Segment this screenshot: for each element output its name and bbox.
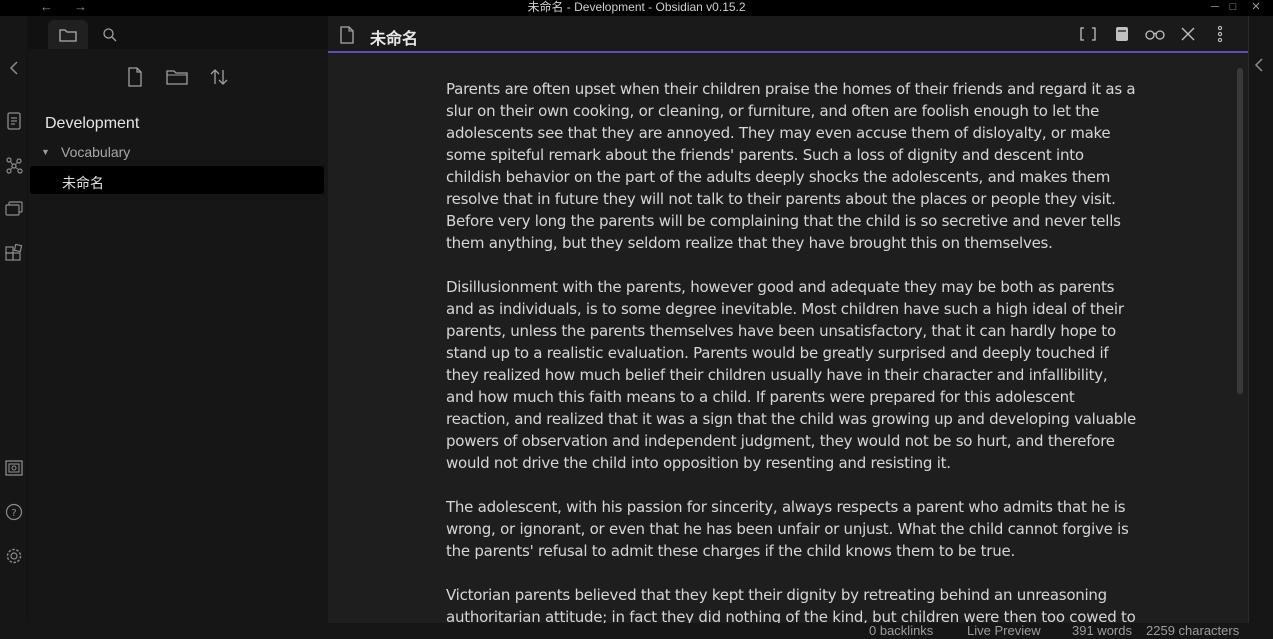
- document-icon[interactable]: [338, 25, 356, 45]
- vault-name[interactable]: Development: [45, 115, 139, 133]
- more-options-icon[interactable]: [1210, 24, 1230, 44]
- bookmark-icon[interactable]: [1112, 24, 1132, 44]
- paragraph[interactable]: The adolescent, with his passion for sin…: [446, 496, 1136, 562]
- new-folder-icon: [166, 70, 188, 85]
- paragraph[interactable]: Parents are often upset when their child…: [446, 78, 1136, 254]
- file-actions: [28, 64, 328, 94]
- editor-mode[interactable]: Live Preview: [967, 624, 1041, 638]
- vault-icon[interactable]: [4, 458, 24, 478]
- search-icon: [103, 27, 117, 41]
- slides-icon[interactable]: [4, 199, 24, 219]
- sidebar-tabs: [28, 16, 328, 49]
- tab-file-explorer[interactable]: [48, 20, 88, 49]
- new-folder-button[interactable]: [166, 64, 188, 90]
- word-count: 391 words: [1072, 623, 1132, 638]
- sort-icon: [210, 69, 228, 85]
- close-tab-icon[interactable]: [1178, 24, 1198, 44]
- expand-icon[interactable]: [1078, 24, 1098, 44]
- note-content[interactable]: Parents are often upset when their child…: [446, 78, 1136, 623]
- file-label: 未命名: [62, 175, 104, 191]
- help-icon[interactable]: ?: [4, 502, 24, 522]
- editor-scrollbar[interactable]: [1237, 68, 1243, 394]
- status-bar: 0 backlinks Live Preview 391 words 2259 …: [0, 623, 1273, 639]
- folder-label: Vocabulary: [61, 144, 131, 160]
- folder-vocabulary[interactable]: ▼ Vocabulary: [28, 143, 328, 163]
- window-title: 未命名 - Development - Obsidian v0.15.2: [527, 0, 746, 14]
- title-bar: ← → 未命名 - Development - Obsidian v0.15.2…: [0, 0, 1273, 16]
- paragraph[interactable]: Disillusionment with the parents, howeve…: [446, 276, 1136, 474]
- character-count: 2259 characters: [1146, 623, 1240, 638]
- paragraph[interactable]: Victorian parents believed that they kep…: [446, 584, 1136, 623]
- graph-icon[interactable]: [4, 155, 24, 175]
- ribbon: ?: [0, 16, 28, 623]
- reading-view-icon[interactable]: [1145, 24, 1165, 44]
- new-note-icon: [128, 67, 142, 87]
- plugins-icon[interactable]: [4, 243, 24, 263]
- sort-button[interactable]: [208, 64, 230, 90]
- collapse-triangle-icon[interactable]: ▼: [41, 147, 50, 157]
- new-note-button[interactable]: [124, 64, 146, 90]
- left-sidebar: Development ▼ Vocabulary 未命名: [28, 16, 328, 623]
- expand-right-icon[interactable]: [1254, 58, 1264, 75]
- switcher-icon[interactable]: [4, 111, 24, 131]
- svg-text:?: ?: [11, 508, 16, 519]
- collapse-left-icon[interactable]: [4, 58, 24, 78]
- note-title[interactable]: 未命名: [370, 25, 418, 49]
- settings-icon[interactable]: [4, 546, 24, 566]
- view-header: 未命名: [328, 16, 1248, 53]
- tab-search[interactable]: [90, 20, 130, 49]
- backlinks-count[interactable]: 0 backlinks: [869, 624, 933, 638]
- right-sidebar-collapsed: [1248, 16, 1273, 623]
- close-window-button[interactable]: ✕: [1249, 0, 1263, 14]
- folder-icon: [59, 28, 77, 42]
- minimize-button[interactable]: ─: [1208, 0, 1222, 14]
- file-item-active[interactable]: 未命名: [30, 166, 324, 194]
- editor-pane: 未命名 Parents are often upset when their c…: [328, 16, 1248, 623]
- maximize-button[interactable]: □: [1226, 0, 1240, 14]
